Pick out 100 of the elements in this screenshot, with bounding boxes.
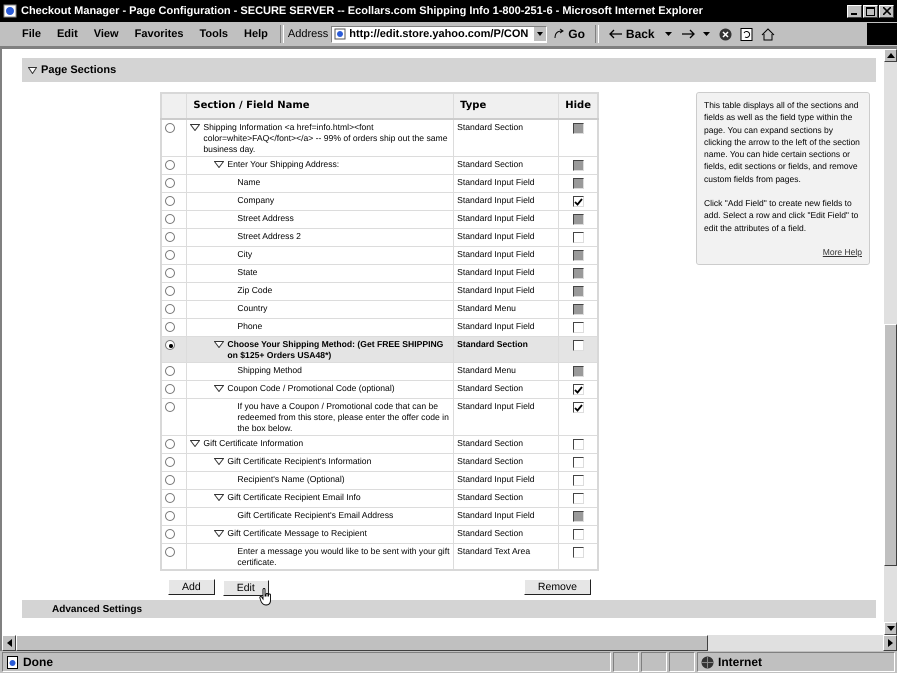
field-type: Standard Menu [457, 365, 517, 376]
radio-button[interactable] [165, 439, 175, 449]
radio-button[interactable] [165, 232, 175, 242]
triangle-icon[interactable] [214, 530, 224, 537]
radio-button[interactable] [165, 366, 175, 376]
field-name: Recipient's Name (Optional) [237, 474, 345, 485]
caret-icon[interactable] [664, 31, 673, 37]
hide-checkbox[interactable] [572, 196, 584, 207]
close-button[interactable] [879, 4, 894, 18]
radio-button[interactable] [165, 178, 175, 188]
field-type: Standard Input Field [457, 321, 536, 332]
field-name: Zip Code [237, 285, 272, 296]
hide-checkbox[interactable] [572, 529, 584, 540]
go-button[interactable]: Go [547, 27, 591, 41]
field-type: Standard Input Field [457, 195, 536, 206]
status-text: Done [2, 652, 611, 672]
radio-button[interactable] [165, 457, 175, 467]
field-type: Standard Section [457, 456, 524, 467]
down-arrow-icon [886, 626, 894, 631]
column-header: Type [454, 93, 559, 119]
triangle-icon[interactable] [190, 124, 200, 131]
dropdown-icon [534, 27, 546, 41]
add-button[interactable]: Add [168, 579, 215, 595]
field-type: Standard Input Field [457, 231, 536, 242]
menu-item[interactable]: View [86, 28, 127, 40]
triangle-icon[interactable] [214, 341, 224, 348]
triangle-icon[interactable] [214, 385, 224, 392]
hide-checkbox[interactable] [572, 340, 584, 351]
section-header[interactable]: Advanced Settings [22, 600, 876, 618]
radio-button[interactable] [165, 402, 175, 412]
address-field[interactable]: http://edit.store.yahoo.com/P/CON [331, 26, 548, 42]
hide-checkbox[interactable] [572, 439, 584, 450]
radio-button[interactable] [165, 511, 175, 521]
field-name: Gift Certificate Recipient's Email Address [237, 510, 394, 521]
menu-item[interactable]: Help [236, 28, 276, 40]
field-name: City [237, 249, 252, 260]
stop-icon[interactable] [718, 28, 732, 40]
hide-checkbox[interactable] [572, 547, 584, 558]
hide-checkbox[interactable] [572, 457, 584, 468]
triangle-icon[interactable] [190, 440, 200, 447]
hide-checkbox[interactable] [572, 322, 584, 333]
security-zone: Internet [697, 652, 895, 672]
hide-checkbox[interactable] [572, 384, 584, 395]
home-icon[interactable] [760, 28, 775, 40]
menu-item[interactable]: Edit [48, 28, 86, 40]
up-arrow-icon [886, 53, 894, 58]
field-name: State [237, 267, 258, 278]
field-type: Standard Menu [457, 303, 517, 314]
field-name: If you have a Coupon / Promotional code that can be redeemed from this store, please enter the offer code in the box below. [237, 401, 450, 434]
radio-button[interactable] [165, 493, 175, 503]
field-name: Gift Certificate Information [203, 438, 304, 449]
hide-checkbox[interactable] [572, 493, 584, 504]
radio-button[interactable] [165, 160, 175, 170]
field-type: Standard Input Field [457, 213, 536, 224]
field-type: Standard Input Field [457, 474, 536, 485]
vertical-scrollbar[interactable] [884, 49, 897, 635]
browser-icon [3, 4, 17, 18]
radio-button[interactable] [165, 384, 175, 394]
field-name: Country [237, 303, 268, 314]
radio-button[interactable] [165, 340, 175, 350]
page-icon [334, 28, 346, 40]
maximize-button[interactable] [863, 4, 878, 18]
radio-button[interactable] [165, 214, 175, 224]
hide-checkbox[interactable] [572, 402, 584, 413]
radio-button[interactable] [165, 196, 175, 206]
field-name: Name [237, 177, 260, 188]
radio-button[interactable] [165, 322, 175, 332]
field-name: Gift Certificate Message to Recipient [227, 528, 367, 539]
caret-icon[interactable] [702, 31, 711, 37]
triangle-icon[interactable] [214, 161, 224, 168]
hide-checkbox[interactable] [572, 232, 584, 243]
right-arrow-icon[interactable] [680, 29, 695, 39]
column-header: Hide [558, 93, 598, 119]
more-help-link[interactable]: More Help [822, 246, 862, 258]
radio-button[interactable] [165, 529, 175, 539]
radio-button[interactable] [165, 547, 175, 557]
triangle-icon[interactable] [214, 494, 224, 501]
back-button[interactable]: Back [602, 27, 661, 41]
section-header[interactable]: Page Sections [22, 58, 876, 82]
hand-cursor-icon [258, 588, 273, 606]
radio-button[interactable] [165, 250, 175, 260]
refresh-icon[interactable] [740, 28, 753, 40]
minimize-button[interactable] [847, 4, 862, 18]
menu-item[interactable]: File [14, 28, 49, 40]
horizontal-scrollbar[interactable] [0, 635, 897, 651]
remove-button[interactable]: Remove [524, 579, 591, 595]
triangle-icon[interactable] [214, 458, 224, 465]
radio-button[interactable] [165, 123, 175, 133]
hide-checkbox[interactable] [572, 475, 584, 486]
menu-item[interactable]: Tools [192, 28, 236, 40]
field-type: Standard Section [457, 159, 524, 170]
radio-button[interactable] [165, 286, 175, 296]
radio-button[interactable] [165, 304, 175, 314]
menu-item[interactable]: Favorites [126, 28, 192, 40]
globe-icon [701, 656, 714, 668]
right-arrow-icon [888, 639, 892, 647]
radio-button[interactable] [165, 268, 175, 278]
radio-button[interactable] [165, 475, 175, 485]
status-pane [641, 652, 667, 672]
checkmark-icon [574, 386, 583, 394]
